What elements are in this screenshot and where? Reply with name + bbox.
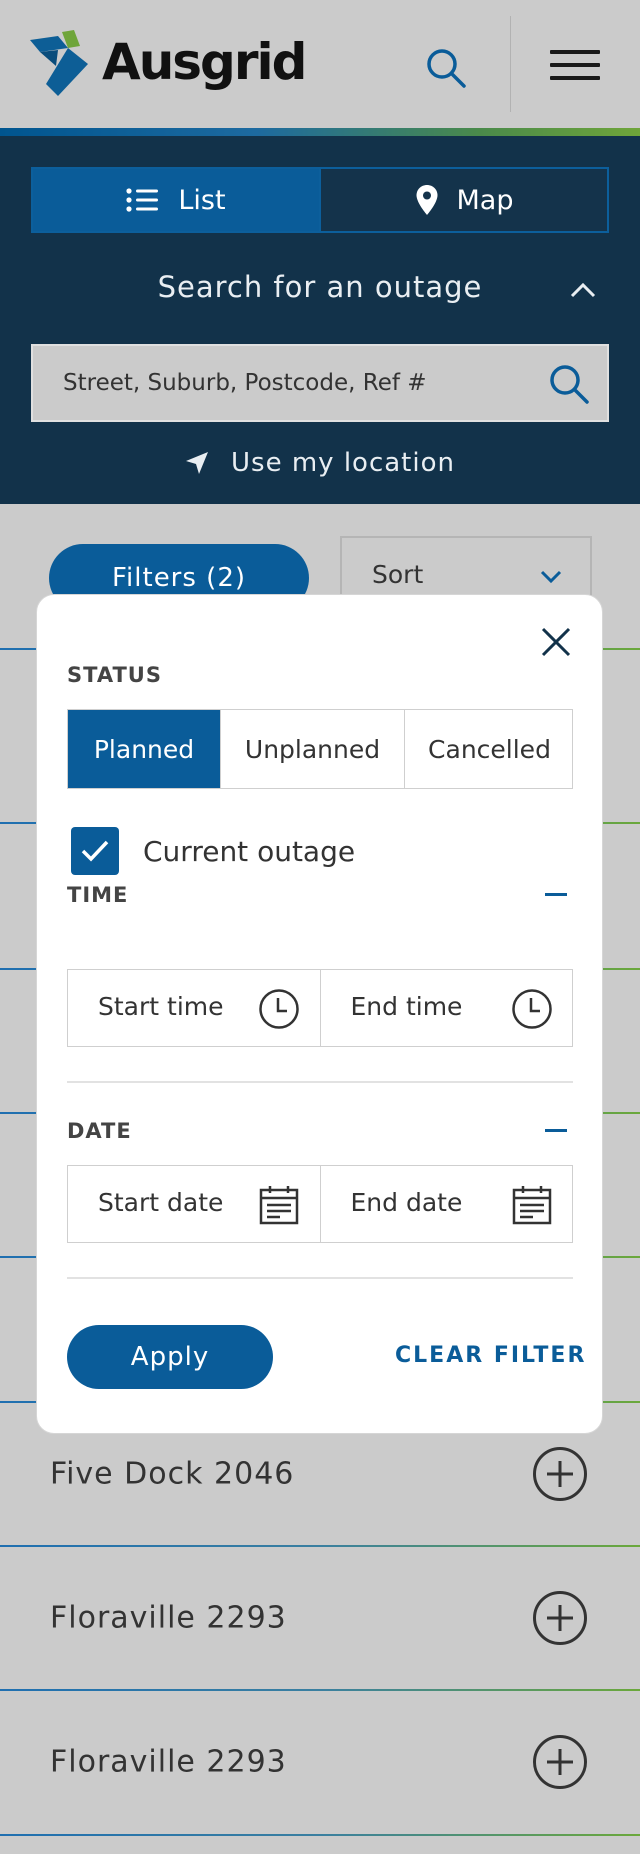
close-icon[interactable] [539,625,573,659]
end-date-field[interactable]: End date [319,1166,573,1242]
list-view-label: List [178,184,226,216]
list-item-name: Floraville 2293 [50,1744,287,1780]
search-field [31,344,609,422]
map-view-label: Map [456,184,514,216]
search-section-toggle[interactable]: Search for an outage [0,262,640,318]
filter-modal: STATUS Planned Unplanned Cancelled Curre… [36,594,603,1434]
status-option-cancelled[interactable]: Cancelled [404,710,574,788]
current-outage-checkbox[interactable] [71,827,119,875]
expand-plus-icon[interactable] [532,1590,588,1646]
hamburger-menu-icon[interactable] [550,50,600,86]
use-my-location-label: Use my location [231,448,455,478]
use-my-location-link[interactable]: Use my location [0,448,640,478]
time-heading: TIME [67,883,129,907]
current-outage-option[interactable]: Current outage [71,827,355,875]
search-icon[interactable] [424,46,468,90]
status-option-unplanned[interactable]: Unplanned [220,710,404,788]
outage-search-input[interactable] [33,346,533,420]
start-time-placeholder: Start time [98,992,224,1021]
chevron-up-icon [570,282,596,298]
status-heading: STATUS [67,663,162,687]
list-item-name: Floraville 2293 [50,1600,287,1636]
calendar-icon [512,1186,551,1225]
view-toggle: List Map [31,167,609,233]
brand-name: Ausgrid [102,33,307,91]
calendar-icon [259,1186,299,1225]
section-divider [67,1277,573,1279]
collapse-date-icon[interactable] [545,1129,567,1132]
list-icon [126,188,159,212]
ausgrid-logo[interactable]: Ausgrid [28,30,307,100]
search-submit-icon[interactable] [547,362,591,406]
start-date-placeholder: Start date [98,1188,224,1217]
map-pin-icon [416,185,437,215]
site-header: Ausgrid [0,0,640,128]
list-view-button[interactable]: List [33,169,319,231]
list-item[interactable]: Floraville 2293 [0,1691,640,1833]
map-view-button[interactable]: Map [319,169,607,231]
search-title: Search for an outage [157,270,483,304]
checkmark-icon [81,840,109,862]
clock-icon [511,989,552,1029]
time-range: Start time End time [67,969,573,1047]
header-divider [510,16,511,112]
status-option-planned[interactable]: Planned [68,710,220,788]
ausgrid-logo-mark [30,30,88,96]
end-time-field[interactable]: End time [319,970,573,1046]
expand-plus-icon[interactable] [532,1446,588,1502]
list-item[interactable]: Floraville 2293 [0,1547,640,1689]
start-date-field[interactable]: Start date [68,1166,320,1242]
current-outage-label: Current outage [143,834,356,868]
end-time-placeholder: End time [350,992,463,1021]
expand-plus-icon[interactable] [532,1734,588,1790]
search-panel: List Map Search for an outage Use my loc… [0,136,640,504]
end-date-placeholder: End date [350,1188,463,1217]
apply-button[interactable]: Apply [67,1325,273,1389]
collapse-time-icon[interactable] [545,893,567,896]
date-range: Start date End date [67,1165,573,1243]
clock-icon [259,989,299,1029]
status-selector: Planned Unplanned Cancelled [67,709,573,789]
location-arrow-icon [186,452,208,474]
sort-label: Sort [372,560,424,589]
header-accent-bar [0,128,640,136]
clear-filter-button[interactable]: CLEAR FILTER [395,1343,586,1368]
list-item-name: Five Dock 2046 [50,1456,295,1492]
start-time-field[interactable]: Start time [68,970,320,1046]
date-heading: DATE [67,1119,132,1143]
chevron-down-icon [540,570,562,584]
section-divider [67,1081,573,1083]
row-divider [0,1834,640,1836]
